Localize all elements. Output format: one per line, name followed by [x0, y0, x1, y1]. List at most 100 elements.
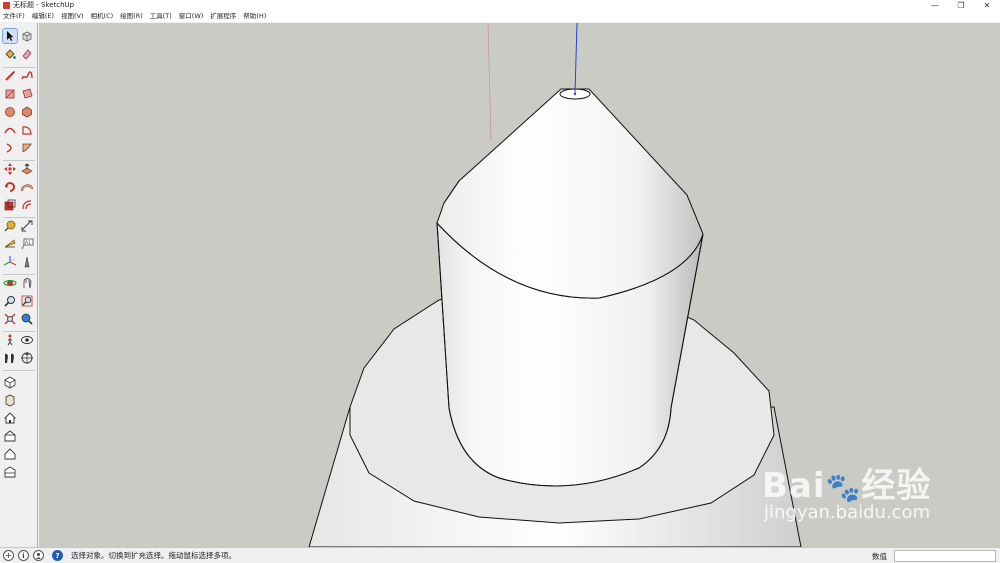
- three-point-arc-icon: [22, 143, 32, 153]
- axes-icon: [3, 256, 17, 266]
- back-view-button[interactable]: [3, 447, 17, 461]
- protractor-tool-button[interactable]: [3, 237, 17, 251]
- window-controls: — ❐ ✕: [922, 0, 1000, 11]
- menu-tools[interactable]: 工具(T): [150, 11, 172, 22]
- section-plane-tool-button[interactable]: [3, 351, 17, 365]
- pan-icon: [23, 277, 32, 289]
- scale-tool-button[interactable]: [3, 198, 17, 212]
- menu-bar: 文件(F) 编辑(E) 视图(V) 相机(C) 绘图(R) 工具(T) 窗口(W…: [0, 11, 1000, 22]
- pie-tool-button[interactable]: [20, 123, 34, 137]
- drawing-viewport[interactable]: Bai🐾经验 jingyan.baidu.com: [39, 23, 1000, 547]
- orbit-tool-button[interactable]: [3, 276, 17, 290]
- user-icon[interactable]: [33, 550, 44, 561]
- follow-me-tool-button[interactable]: [20, 180, 34, 194]
- toolbar-separator: [3, 67, 35, 68]
- position-camera-icon: [21, 313, 33, 325]
- blue-axis: [574, 23, 578, 95]
- status-message: 选择对象。切换到扩充选择。拖动鼠标选择多项。: [71, 551, 236, 560]
- dimension-icon: [21, 220, 33, 232]
- line-tool-button[interactable]: [3, 69, 17, 83]
- follow-me-icon: [20, 184, 34, 192]
- tape-measure-icon: [4, 220, 16, 232]
- measurements-input[interactable]: [894, 550, 996, 562]
- dimension-tool-button[interactable]: [20, 219, 34, 233]
- iso-view-button[interactable]: [3, 375, 17, 389]
- toolbar-separator: [3, 160, 35, 161]
- axes-tool-button[interactable]: [3, 255, 17, 269]
- 3d-text-tool-button[interactable]: [20, 255, 34, 269]
- menu-camera[interactable]: 相机(C): [91, 11, 114, 22]
- large-tool-set-toolbar: A1: [0, 23, 38, 547]
- three-point-arc-tool-button[interactable]: [20, 141, 34, 155]
- push-pull-tool-button[interactable]: [20, 162, 34, 176]
- menu-draw[interactable]: 绘图(R): [120, 11, 143, 22]
- eraser-tool-button[interactable]: [20, 47, 34, 61]
- position-camera-tool-button[interactable]: [20, 312, 34, 326]
- rotated-rectangle-icon: [22, 88, 33, 99]
- rotated-rectangle-tool-button[interactable]: [20, 87, 34, 101]
- freehand-tool-button[interactable]: [20, 69, 34, 83]
- top-view-button[interactable]: [3, 393, 17, 407]
- two-point-arc-tool-button[interactable]: [3, 141, 17, 155]
- polygon-icon: [22, 106, 32, 118]
- walk-icon: [7, 334, 13, 346]
- component-icon: [22, 31, 32, 42]
- zoom-tool-button[interactable]: [3, 294, 17, 308]
- menu-view[interactable]: 视图(V): [61, 11, 84, 22]
- geo-location-icon[interactable]: [3, 550, 14, 561]
- rotate-icon: [5, 182, 15, 192]
- svg-text:A1: A1: [25, 240, 31, 246]
- zoom-window-icon: [21, 295, 33, 307]
- status-bar: i ? 选择对象。切换到扩充选择。拖动鼠标选择多项。 数值: [0, 547, 1000, 563]
- credits-icon[interactable]: i: [18, 550, 29, 561]
- offset-tool-button[interactable]: [20, 198, 34, 212]
- menu-help[interactable]: 帮助(H): [243, 11, 266, 22]
- restore-button[interactable]: ❐: [948, 0, 974, 11]
- rectangle-tool-button[interactable]: [3, 87, 17, 101]
- right-view-button[interactable]: [3, 429, 17, 443]
- toolbar-separator: [3, 217, 35, 218]
- polygon-tool-button[interactable]: [20, 105, 34, 119]
- look-around-tool-button[interactable]: [20, 333, 34, 347]
- circle-tool-button[interactable]: [3, 105, 17, 119]
- rotate-tool-button[interactable]: [3, 180, 17, 194]
- 3d-text-icon: [24, 256, 30, 268]
- toolbar-separator: [3, 331, 35, 332]
- close-button[interactable]: ✕: [974, 0, 1000, 11]
- red-axis: [487, 23, 492, 142]
- front-view-button[interactable]: [3, 411, 17, 425]
- protractor-icon: [4, 239, 16, 248]
- front-view-icon: [3, 412, 17, 424]
- tape-measure-tool-button[interactable]: [3, 219, 17, 233]
- circle-icon: [5, 107, 15, 117]
- model-canvas[interactable]: [39, 23, 1000, 547]
- select-tool-button[interactable]: [2, 28, 18, 44]
- menu-file[interactable]: 文件(F): [3, 11, 25, 22]
- pan-tool-button[interactable]: [20, 276, 34, 290]
- right-view-icon: [4, 430, 16, 442]
- top-view-icon: [5, 394, 15, 407]
- arc-tool-button[interactable]: [3, 123, 17, 137]
- paint-bucket-tool-button[interactable]: [3, 47, 17, 61]
- help-icon[interactable]: ?: [52, 550, 63, 561]
- arc-icon: [4, 127, 16, 134]
- select-icon: [7, 31, 14, 41]
- move-tool-button[interactable]: [3, 162, 17, 176]
- left-view-icon: [4, 466, 16, 478]
- left-view-button[interactable]: [3, 465, 17, 479]
- menu-extensions[interactable]: 扩展程序: [210, 11, 236, 22]
- section-plane-icon: [5, 353, 14, 363]
- paint-bucket-icon: [5, 49, 16, 59]
- component-tool-button[interactable]: [20, 29, 34, 43]
- zoom-window-tool-button[interactable]: [20, 294, 34, 308]
- walk-tool-button[interactable]: [3, 333, 17, 347]
- minimize-button[interactable]: —: [922, 0, 948, 11]
- axis-origin-marker: [573, 92, 577, 96]
- menu-edit[interactable]: 编辑(E): [32, 11, 54, 22]
- zoom-extents-tool-button[interactable]: [3, 312, 17, 326]
- zoom-extents-icon: [4, 313, 16, 325]
- menu-window[interactable]: 窗口(W): [179, 11, 204, 22]
- section-display-icon: [21, 352, 33, 364]
- section-display-tool-button[interactable]: [20, 351, 34, 365]
- text-tool-button[interactable]: A1: [20, 237, 34, 251]
